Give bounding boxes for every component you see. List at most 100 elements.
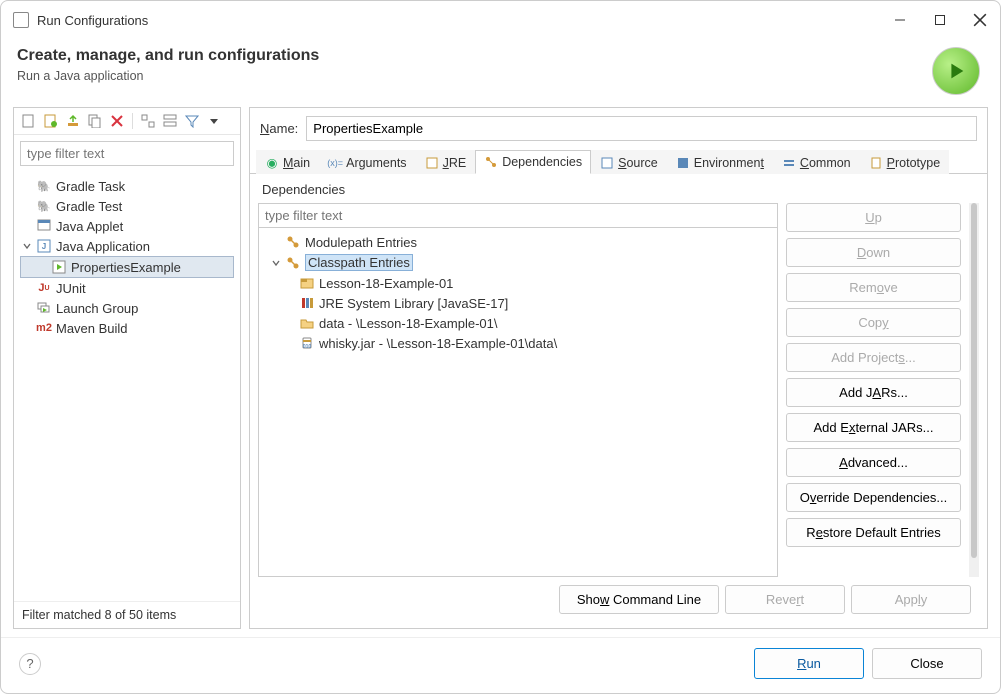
content-panel: Name: ◉Main (x)=Arguments JRE Dependenci…: [249, 107, 988, 629]
tree-item-properties-example[interactable]: PropertiesExample: [20, 256, 234, 278]
module-icon: [285, 255, 301, 271]
help-button[interactable]: ?: [19, 653, 41, 675]
sidebar-toolbar: [14, 108, 240, 135]
dep-project[interactable]: Lesson-18-Example-01: [265, 273, 771, 293]
delete-button[interactable]: [108, 112, 126, 130]
tab-main[interactable]: ◉Main: [256, 150, 319, 174]
new-config-button[interactable]: [20, 112, 38, 130]
tabs: ◉Main (x)=Arguments JRE Dependencies Sou…: [250, 149, 987, 174]
dep-folder[interactable]: data - \Lesson-18-Example-01\: [265, 313, 771, 333]
tree-item-gradle-test[interactable]: 🐘Gradle Test: [20, 196, 234, 216]
header: Create, manage, and run configurations R…: [1, 39, 1000, 107]
project-icon: [299, 275, 315, 291]
expand-all-button[interactable]: [139, 112, 157, 130]
run-icon: [932, 47, 980, 95]
remove-button[interactable]: Remove: [786, 273, 961, 302]
dependencies-label: Dependencies: [258, 180, 979, 203]
collapse-all-button[interactable]: [161, 112, 179, 130]
svg-text:010: 010: [303, 344, 312, 350]
close-button[interactable]: Close: [872, 648, 982, 679]
folder-icon: [299, 315, 315, 331]
chevron-down-icon[interactable]: [20, 239, 34, 253]
override-dependencies-button[interactable]: Override Dependencies...: [786, 483, 961, 512]
header-title: Create, manage, and run configurations: [17, 47, 932, 65]
run-configurations-dialog: Run Configurations Create, manage, and r…: [0, 0, 1001, 694]
maximize-button[interactable]: [932, 12, 948, 28]
circle-icon: ◉: [265, 156, 279, 170]
sidebar: 🐘Gradle Task 🐘Gradle Test Java Applet JJ…: [13, 107, 241, 629]
elephant-icon: 🐘: [36, 178, 52, 194]
dropdown-icon[interactable]: [205, 112, 223, 130]
dependencies-icon: [484, 155, 498, 169]
add-jars-button[interactable]: Add JARs...: [786, 378, 961, 407]
name-label: Name:: [260, 121, 298, 136]
down-button[interactable]: Down: [786, 238, 961, 267]
applet-icon: [36, 218, 52, 234]
show-command-line-button[interactable]: Show Command Line: [559, 585, 719, 614]
dep-classpath-entries[interactable]: Classpath Entries: [265, 252, 771, 273]
dependencies-buttons: Up Down Remove Copy Add Projects... Add …: [786, 203, 961, 577]
elephant-icon: 🐘: [36, 198, 52, 214]
tree-item-maven-build[interactable]: m2Maven Build: [20, 318, 234, 338]
tree-item-gradle-task[interactable]: 🐘Gradle Task: [20, 176, 234, 196]
common-icon: [782, 156, 796, 170]
jre-icon: [425, 156, 439, 170]
tree-item-launch-group[interactable]: Launch Group: [20, 298, 234, 318]
launch-group-icon: [36, 300, 52, 316]
tree-item-java-applet[interactable]: Java Applet: [20, 216, 234, 236]
jar-icon: 010: [299, 335, 315, 351]
dep-jre-library[interactable]: JRE System Library [JavaSE-17]: [265, 293, 771, 313]
environment-icon: [676, 156, 690, 170]
up-button[interactable]: Up: [786, 203, 961, 232]
name-input[interactable]: [306, 116, 977, 141]
titlebar: Run Configurations: [1, 1, 1000, 39]
apply-button[interactable]: Apply: [851, 585, 971, 614]
tab-source[interactable]: Source: [591, 150, 667, 174]
advanced-button[interactable]: Advanced...: [786, 448, 961, 477]
dependencies-tree: Modulepath Entries Classpath Entries Les…: [259, 228, 777, 576]
add-external-jars-button[interactable]: Add External JARs...: [786, 413, 961, 442]
new-prototype-button[interactable]: [42, 112, 60, 130]
library-icon: [299, 295, 315, 311]
java-app-icon: J: [36, 238, 52, 254]
java-run-icon: [51, 259, 67, 275]
add-projects-button[interactable]: Add Projects...: [786, 343, 961, 372]
prototype-icon: [869, 156, 883, 170]
chevron-down-icon[interactable]: [269, 256, 283, 270]
svg-text:J: J: [42, 242, 46, 251]
tab-jre[interactable]: JRE: [416, 150, 476, 174]
duplicate-button[interactable]: [86, 112, 104, 130]
junit-icon: JU: [36, 280, 52, 296]
dep-jar[interactable]: 010whisky.jar - \Lesson-18-Example-01\da…: [265, 333, 771, 353]
dependencies-filter-input[interactable]: [259, 204, 777, 228]
tab-prototype[interactable]: Prototype: [860, 150, 950, 174]
module-icon: [285, 234, 301, 250]
tab-arguments[interactable]: (x)=Arguments: [319, 150, 415, 174]
export-button[interactable]: [64, 112, 82, 130]
tab-dependencies[interactable]: Dependencies: [475, 150, 591, 174]
tree-item-junit[interactable]: JUJUnit: [20, 278, 234, 298]
filter-button[interactable]: [183, 112, 201, 130]
filter-status: Filter matched 8 of 50 items: [14, 601, 240, 628]
footer: ? Run Close: [1, 637, 1000, 693]
dep-modulepath-entries[interactable]: Modulepath Entries: [265, 232, 771, 252]
args-icon: (x)=: [328, 156, 342, 170]
tab-common[interactable]: Common: [773, 150, 860, 174]
tab-content-dependencies: Dependencies Modulepath Entries Classpat…: [250, 174, 987, 628]
revert-button[interactable]: Revert: [725, 585, 845, 614]
maven-icon: m2: [36, 320, 52, 336]
copy-button[interactable]: Copy: [786, 308, 961, 337]
sidebar-filter-input[interactable]: [20, 141, 234, 166]
close-window-button[interactable]: [972, 12, 988, 28]
config-tree: 🐘Gradle Task 🐘Gradle Test Java Applet JJ…: [14, 172, 240, 601]
run-button[interactable]: Run: [754, 648, 864, 679]
minimize-button[interactable]: [892, 12, 908, 28]
window-title: Run Configurations: [37, 13, 892, 28]
tab-environment[interactable]: Environment: [667, 150, 773, 174]
restore-default-entries-button[interactable]: Restore Default Entries: [786, 518, 961, 547]
app-icon: [13, 12, 29, 28]
tree-item-java-application[interactable]: JJava Application: [20, 236, 234, 256]
source-icon: [600, 156, 614, 170]
vertical-scrollbar[interactable]: [969, 203, 979, 577]
header-subtitle: Run a Java application: [17, 69, 932, 83]
